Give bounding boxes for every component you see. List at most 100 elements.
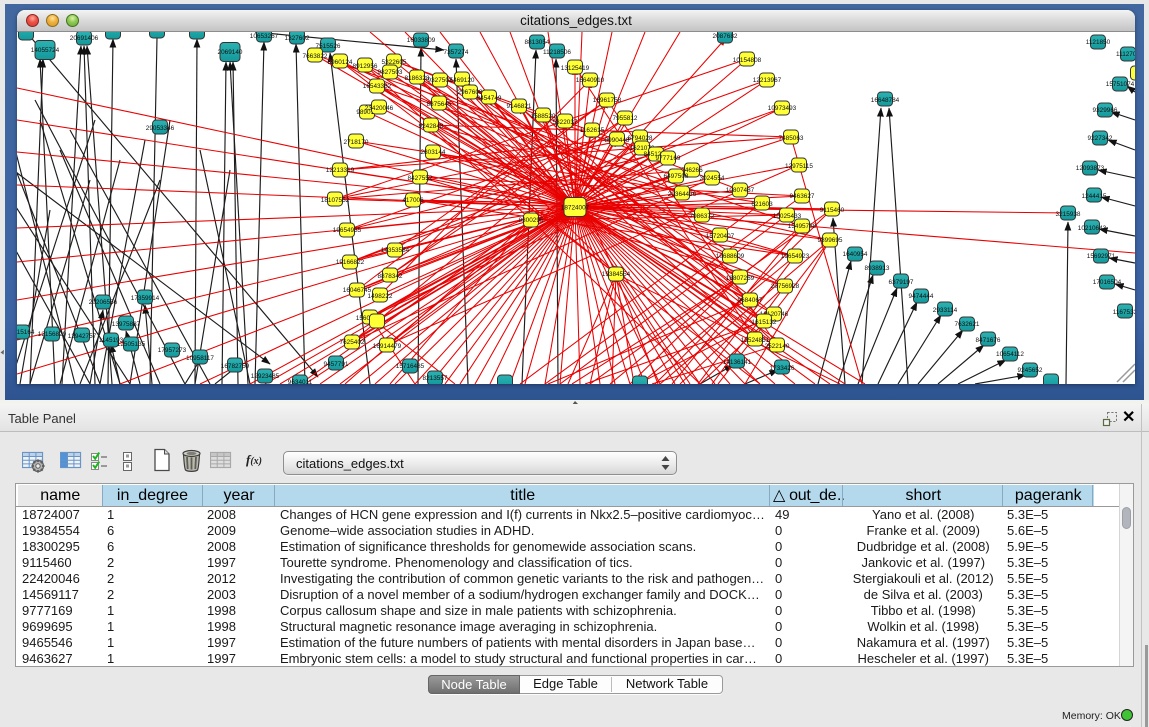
svg-text:2069140: 2069140 [218, 49, 243, 56]
svg-text:8213557: 8213557 [423, 375, 448, 382]
svg-text:8813054: 8813054 [525, 39, 550, 46]
svg-text:7357274: 7357274 [444, 49, 469, 56]
svg-text:3215938: 3215938 [1056, 211, 1081, 218]
svg-text:9115460: 9115460 [820, 207, 845, 214]
svg-text:8912956: 8912956 [353, 63, 378, 70]
svg-text:2718170: 2718170 [344, 139, 369, 146]
svg-text:7986372: 7986372 [690, 213, 715, 220]
svg-text:10807487: 10807487 [726, 187, 755, 194]
svg-text:18807269: 18807269 [726, 275, 755, 282]
svg-text:9474444: 9474444 [909, 293, 934, 300]
svg-text:8938913: 8938913 [865, 265, 890, 272]
svg-text:3915164: 3915164 [17, 329, 35, 336]
svg-text:10210643: 10210643 [1078, 225, 1107, 232]
svg-text:5469120: 5469120 [450, 77, 475, 84]
svg-text:20364436: 20364436 [668, 191, 697, 198]
svg-text:20691406: 20691406 [70, 35, 99, 42]
svg-text:8960124: 8960124 [328, 59, 353, 66]
svg-text:6379197: 6379197 [889, 279, 914, 286]
svg-text:10154808: 10154808 [733, 57, 762, 64]
svg-text:16961758: 16961758 [593, 97, 622, 104]
svg-text:19166822: 19166822 [336, 259, 365, 266]
svg-text:9227342: 9227342 [1088, 135, 1113, 142]
svg-text:1327602: 1327602 [285, 35, 310, 42]
svg-text:10973493: 10973493 [768, 105, 797, 112]
svg-text:1121850: 1121850 [1086, 39, 1111, 46]
svg-text:2087682: 2087682 [713, 33, 738, 40]
svg-text:11218506: 11218506 [543, 49, 571, 56]
svg-text:12156829: 12156829 [38, 331, 67, 338]
svg-text:17016504: 17016504 [1093, 279, 1122, 286]
svg-text:8427552: 8427552 [408, 175, 433, 182]
svg-text:2933114: 2933114 [933, 307, 958, 314]
svg-text:1615132: 1615132 [752, 319, 777, 326]
svg-text:12975115: 12975115 [785, 163, 813, 170]
svg-text:10654112: 10654112 [996, 351, 1024, 358]
svg-text:18107552: 18107552 [321, 197, 350, 204]
svg-text:8878342: 8878342 [378, 273, 403, 280]
svg-text:12942757: 12942757 [68, 333, 97, 340]
svg-text:17359914: 17359914 [131, 295, 160, 302]
svg-text:17957273: 17957273 [158, 347, 187, 354]
svg-text:12505135: 12505135 [117, 341, 146, 348]
svg-text:15692971: 15692971 [1087, 253, 1116, 260]
svg-text:5322037: 5322037 [553, 119, 578, 126]
svg-text:20206556: 20206556 [89, 299, 118, 306]
svg-text:12923485: 12923485 [251, 373, 280, 380]
svg-text:13975887: 13975887 [112, 321, 141, 328]
svg-text:16914479: 16914479 [373, 343, 402, 350]
svg-text:1244415: 1244415 [1082, 193, 1107, 200]
svg-text:3024554: 3024554 [700, 175, 725, 182]
svg-text:621603: 621603 [751, 201, 773, 208]
svg-text:13125419: 13125419 [561, 65, 590, 72]
svg-text:9327503: 9327503 [378, 69, 403, 76]
svg-text:9634011: 9634011 [288, 379, 313, 384]
svg-text:16543382: 16543382 [363, 83, 392, 90]
svg-text:7632621: 7632621 [955, 321, 980, 328]
svg-text:9245652: 9245652 [1018, 367, 1043, 374]
svg-text:20756928: 20756928 [771, 283, 800, 290]
svg-text:12213319: 12213319 [326, 167, 355, 174]
svg-text:8875645: 8875645 [427, 101, 452, 108]
svg-text:8471676: 8471676 [976, 337, 1001, 344]
svg-text:6497508: 6497508 [664, 173, 689, 180]
svg-text:15716485: 15716485 [396, 363, 425, 370]
svg-text:1498222: 1498222 [368, 293, 393, 300]
svg-text:9684067: 9684067 [738, 297, 763, 304]
svg-text:23420046: 23420046 [365, 105, 394, 112]
svg-text:10653267: 10653267 [250, 33, 279, 40]
svg-text:16640910: 16640910 [576, 77, 605, 84]
svg-text:9329966: 9329966 [1093, 107, 1118, 114]
svg-text:19654923: 19654923 [781, 253, 810, 260]
svg-text:1112704: 1112704 [1116, 51, 1135, 58]
svg-text:15751074: 15751074 [1106, 81, 1135, 88]
svg-text:7485063: 7485063 [779, 135, 804, 142]
svg-text:2803144: 2803144 [421, 149, 446, 156]
svg-text:7955812: 7955812 [613, 115, 638, 122]
svg-text:14353584: 14353584 [381, 247, 410, 254]
svg-text:12093873: 12093873 [1076, 165, 1105, 172]
svg-text:1640954: 1640954 [843, 251, 868, 258]
svg-text:8990448: 8990448 [605, 137, 630, 144]
svg-text:19384554: 19384554 [602, 271, 631, 278]
svg-text:8186328: 8186328 [405, 75, 430, 82]
svg-text:7663822: 7663822 [303, 53, 328, 60]
svg-text:12213967: 12213967 [753, 77, 782, 84]
svg-text:1733426: 1733426 [770, 365, 795, 372]
svg-text:15720407: 15720407 [706, 233, 735, 240]
svg-text:16033809: 16033809 [407, 37, 436, 44]
svg-text:9242848: 9242848 [419, 123, 444, 130]
svg-text:9899695: 9899695 [818, 237, 843, 244]
svg-text:8454749: 8454749 [477, 95, 502, 102]
svg-text:16782759: 16782759 [221, 363, 250, 370]
svg-text:19654935: 19654935 [333, 227, 362, 234]
svg-text:14136141: 14136141 [723, 359, 752, 366]
svg-text:18724007: 18724007 [561, 205, 590, 212]
svg-text:9146821: 9146821 [507, 103, 532, 110]
svg-text:29053346: 29053346 [146, 125, 175, 132]
svg-text:10958117: 10958117 [186, 355, 214, 362]
svg-text:1167533: 1167533 [1113, 309, 1135, 316]
svg-text:9777169: 9777169 [656, 155, 681, 162]
svg-text:10688609: 10688609 [716, 253, 745, 260]
svg-text:8300295: 8300295 [519, 217, 544, 224]
